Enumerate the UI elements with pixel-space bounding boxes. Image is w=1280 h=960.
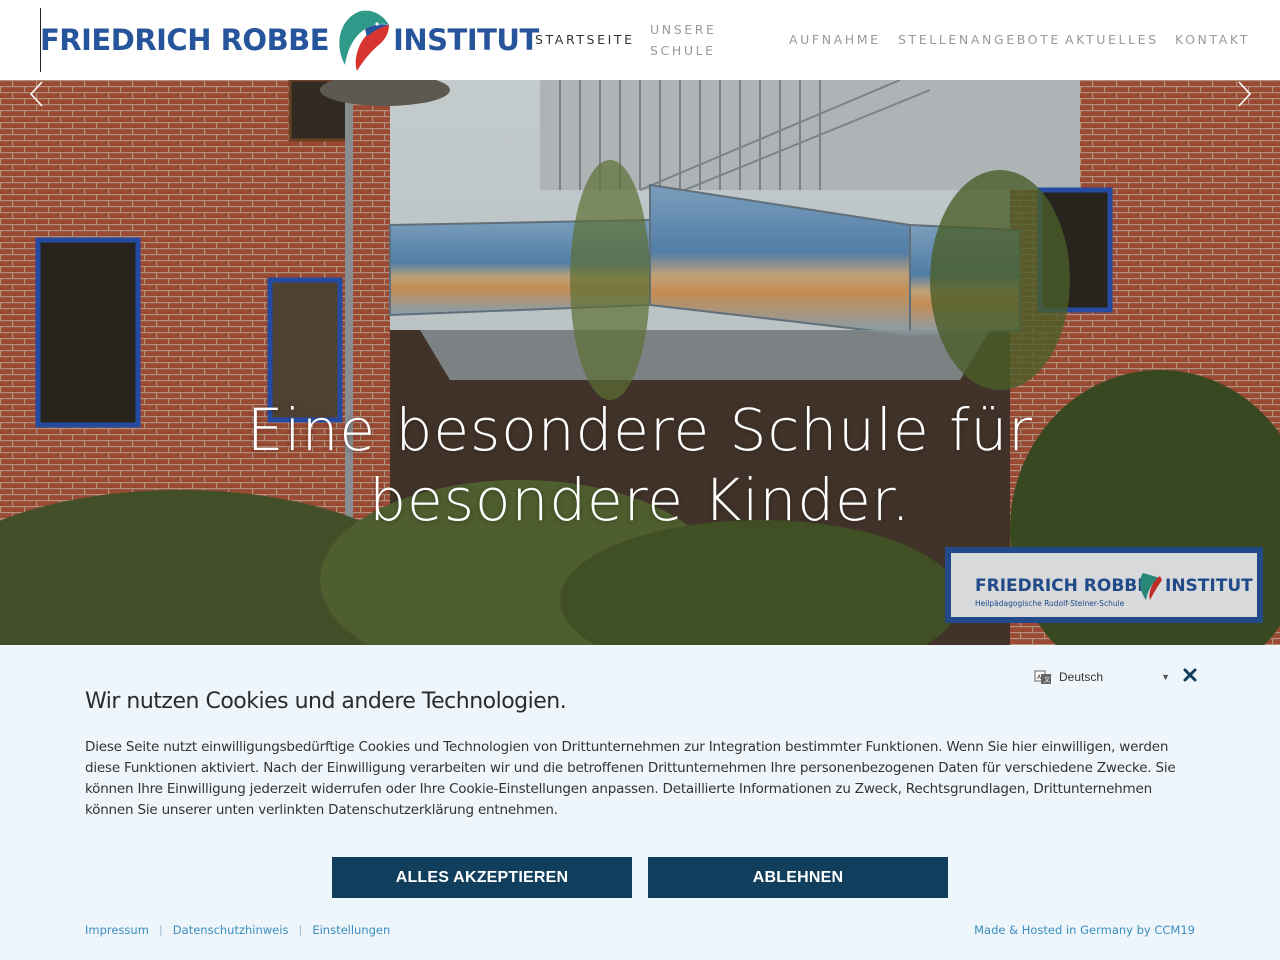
nav-aktuelles[interactable]: AKTUELLES bbox=[1065, 29, 1159, 50]
nav-unsere-schule-line2: SCHULE bbox=[650, 43, 716, 58]
language-select[interactable]: A 文 Deutsch ▼ bbox=[1034, 667, 1170, 687]
hero-title-line1: Eine besondere Schule für bbox=[246, 396, 1034, 464]
hero-title: Eine besondere Schule für besondere Kind… bbox=[140, 395, 1140, 535]
logo-text-right: INSTITUT bbox=[393, 23, 539, 57]
einstellungen-link[interactable]: Einstellungen bbox=[312, 923, 390, 937]
nav-startseite[interactable]: STARTSEITE bbox=[535, 29, 635, 50]
accept-all-button[interactable]: ALLES AKZEPTIEREN bbox=[332, 857, 632, 898]
made-by-link[interactable]: Made & Hosted in Germany by CCM19 bbox=[974, 923, 1195, 937]
close-icon[interactable] bbox=[1182, 667, 1198, 683]
svg-text:文: 文 bbox=[1044, 676, 1050, 684]
site-header: FRIEDRICH ROBBE INSTITUT STARTSEITE UNSE… bbox=[0, 0, 1280, 80]
chevron-right-icon[interactable] bbox=[1232, 80, 1256, 108]
nav-unsere-schule-line1: UNSERE bbox=[650, 22, 717, 37]
link-separator: | bbox=[158, 923, 163, 937]
hero-title-line2: besondere Kinder. bbox=[369, 466, 911, 534]
nav-unsere-schule[interactable]: UNSERE SCHULE bbox=[650, 19, 717, 61]
link-separator: | bbox=[298, 923, 303, 937]
chevron-down-icon: ▼ bbox=[1161, 672, 1170, 682]
cookie-text: Diese Seite nutzt einwilligungsbedürftig… bbox=[85, 739, 1176, 818]
nav-aufnahme[interactable]: AUFNAHME bbox=[789, 29, 881, 50]
cookie-title: Wir nutzen Cookies und andere Technologi… bbox=[85, 689, 567, 714]
text-cursor bbox=[40, 8, 41, 72]
cookie-footer-links: Impressum | Datenschutzhinweis | Einstel… bbox=[85, 923, 390, 937]
site-logo[interactable]: FRIEDRICH ROBBE INSTITUT bbox=[40, 6, 539, 74]
datenschutz-link[interactable]: Datenschutzhinweis bbox=[173, 923, 289, 937]
impressum-link[interactable]: Impressum bbox=[85, 923, 149, 937]
chevron-left-icon[interactable] bbox=[26, 80, 50, 108]
language-label: Deutsch bbox=[1059, 670, 1104, 684]
nav-stellenangebote[interactable]: STELLENANGEBOTE bbox=[898, 29, 1061, 50]
hero-slider: FRIEDRICH ROBBE INSTITUT Heilpädagogisch… bbox=[0, 80, 1280, 646]
nav-kontakt[interactable]: KONTAKT bbox=[1175, 29, 1250, 50]
kingfisher-logo-icon bbox=[339, 10, 390, 71]
language-icon: A 文 bbox=[1034, 670, 1051, 684]
hero-image: FRIEDRICH ROBBE INSTITUT Heilpädagogisch… bbox=[0, 80, 1280, 646]
logo-text-left: FRIEDRICH ROBBE bbox=[40, 23, 330, 57]
cookie-banner: A 文 Deutsch ▼ Wir nutzen Cookies und and… bbox=[0, 645, 1280, 960]
decline-button[interactable]: ABLEHNEN bbox=[648, 857, 948, 898]
